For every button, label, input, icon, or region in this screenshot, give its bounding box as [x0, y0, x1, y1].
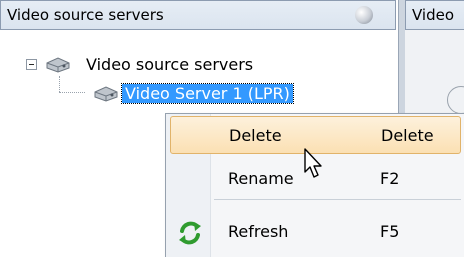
panel-header: Video: [405, 0, 464, 30]
tree-root-label: Video source servers: [86, 55, 254, 74]
radio-button[interactable]: [447, 86, 464, 114]
menu-item-shortcut: F2: [380, 169, 400, 188]
context-menu: Delete Delete Rename F2 Refresh F5: [165, 113, 464, 257]
collapse-icon[interactable]: [26, 59, 37, 70]
tree-root-node[interactable]: Video source servers: [0, 52, 398, 76]
panel-header: Video source servers: [0, 0, 396, 30]
tree-child-node[interactable]: Video Server 1 (LPR): [0, 81, 398, 105]
menu-item-label: Refresh: [228, 222, 289, 241]
menu-item-refresh[interactable]: Refresh F5: [170, 213, 461, 251]
panel-title: Video: [412, 6, 455, 24]
server-icon: [46, 57, 70, 73]
mouse-cursor-icon: [304, 148, 322, 178]
menu-item-shortcut: Delete: [381, 126, 434, 145]
menu-item-label: Delete: [229, 126, 282, 145]
menu-separator: [214, 199, 461, 200]
server-icon: [94, 86, 118, 102]
menu-item-label: Rename: [228, 169, 294, 188]
tree-child-label: Video Server 1 (LPR): [121, 83, 294, 104]
pin-icon[interactable]: [355, 6, 373, 24]
refresh-icon: [179, 221, 201, 245]
panel-title: Video source servers: [7, 6, 164, 24]
menu-item-shortcut: F5: [380, 222, 400, 241]
